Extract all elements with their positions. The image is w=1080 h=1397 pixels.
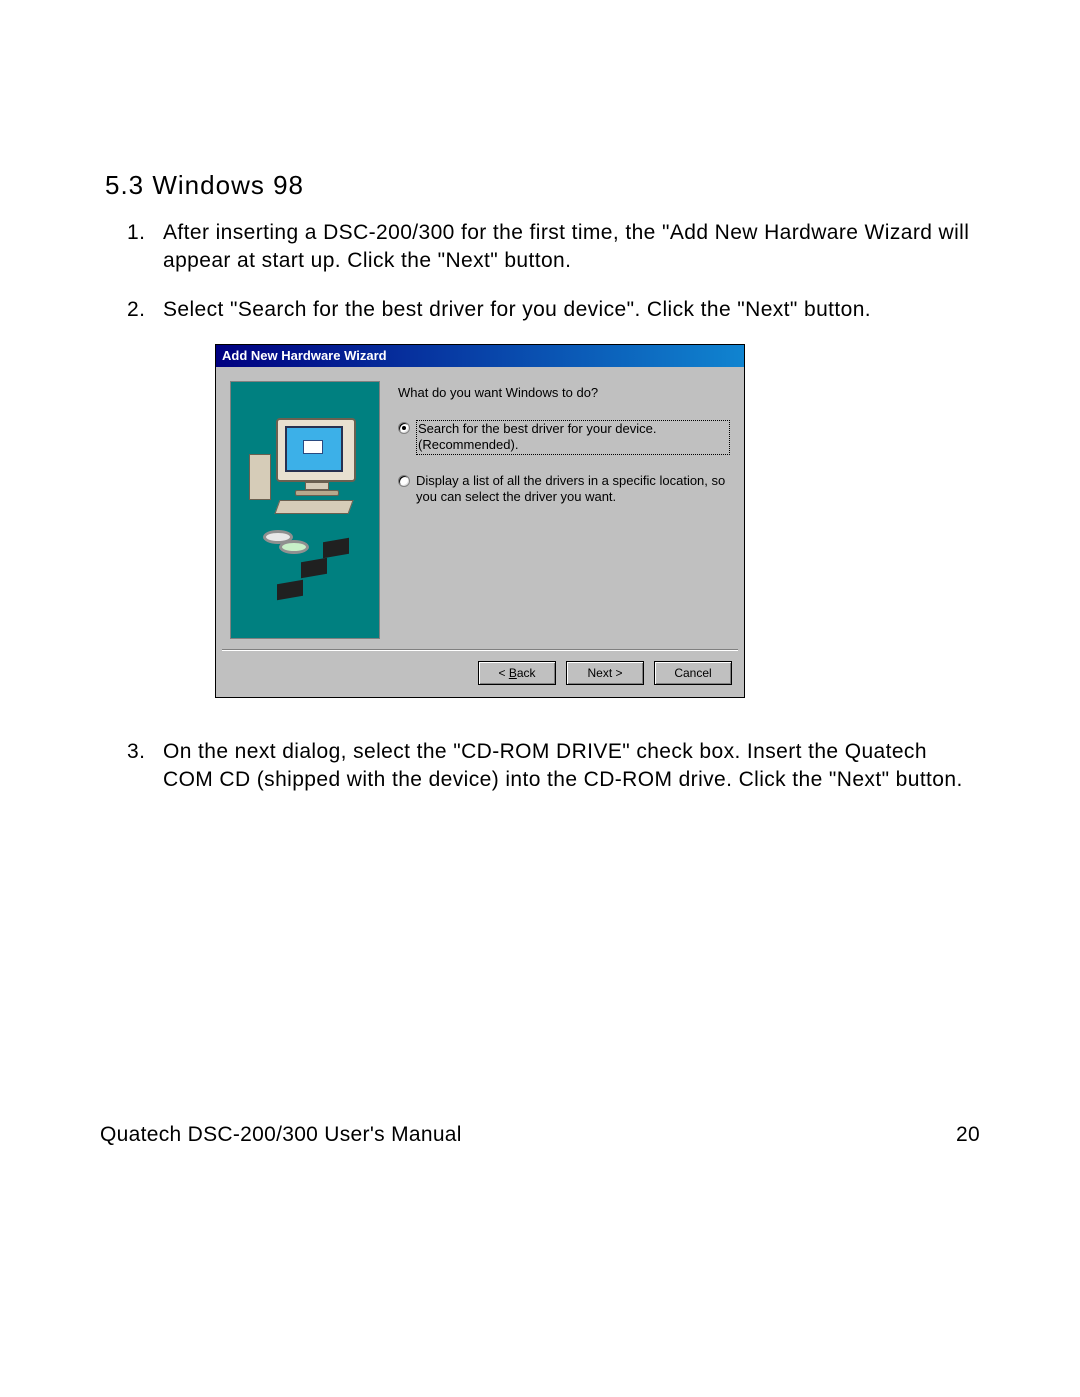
- step-2: 2. Select "Search for the best driver fo…: [105, 296, 980, 324]
- step-text: Select "Search for the best driver for y…: [163, 296, 980, 324]
- footer-left: Quatech DSC-200/300 User's Manual: [100, 1123, 462, 1147]
- step-number: 1.: [105, 219, 163, 247]
- radio-option-list[interactable]: Display a list of all the drivers in a s…: [398, 473, 730, 506]
- step-number: 3.: [105, 738, 163, 766]
- section-heading: 5.3 Windows 98: [105, 170, 980, 201]
- radio-label: Search for the best driver for your devi…: [416, 420, 730, 455]
- wizard-dialog: Add New Hardware Wizard: [215, 344, 745, 698]
- cancel-button[interactable]: Cancel: [654, 661, 732, 685]
- step-3: 3. On the next dialog, select the "CD-RO…: [105, 738, 980, 795]
- page-footer: Quatech DSC-200/300 User's Manual 20: [100, 1123, 980, 1147]
- radio-button-icon: [398, 422, 410, 434]
- step-text: After inserting a DSC-200/300 for the fi…: [163, 219, 980, 276]
- next-button[interactable]: Next >: [566, 661, 644, 685]
- step-text: On the next dialog, select the "CD-ROM D…: [163, 738, 980, 795]
- radio-label: Display a list of all the drivers in a s…: [416, 473, 730, 506]
- dialog-prompt: What do you want Windows to do?: [398, 385, 730, 400]
- step-number: 2.: [105, 296, 163, 324]
- radio-button-icon: [398, 475, 410, 487]
- step-1: 1. After inserting a DSC-200/300 for the…: [105, 219, 980, 276]
- wizard-illustration: [230, 381, 380, 639]
- back-button[interactable]: < Back: [478, 661, 556, 685]
- radio-option-search[interactable]: Search for the best driver for your devi…: [398, 420, 730, 455]
- dialog-titlebar: Add New Hardware Wizard: [216, 345, 744, 367]
- footer-page-number: 20: [956, 1123, 980, 1147]
